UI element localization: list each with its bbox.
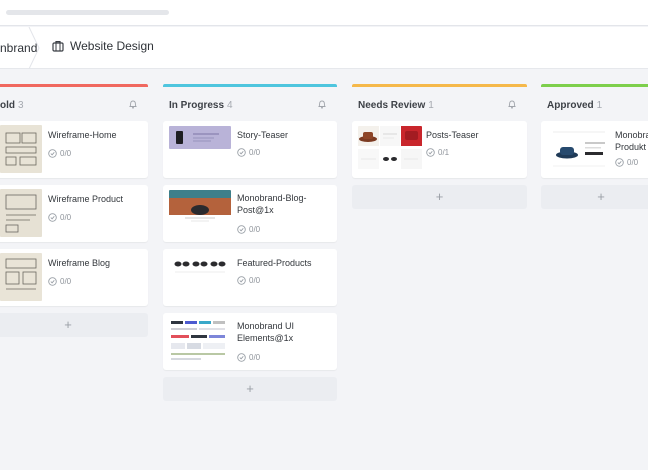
card[interactable]: Wireframe Product 0/0 <box>0 185 148 242</box>
breadcrumb: nbrand Website Design <box>0 27 648 69</box>
bell-icon[interactable] <box>317 99 327 109</box>
column-title[interactable]: In Progress 4 <box>169 100 233 111</box>
column-title[interactable]: old 3 <box>0 100 24 111</box>
card-thumbnail <box>169 126 231 149</box>
check-circle-icon <box>237 225 246 234</box>
card-thumbnail <box>358 126 422 171</box>
check-circle-icon <box>237 148 246 157</box>
card-title: Wireframe Product <box>48 194 124 204</box>
column-needs-review: Needs Review 1 Posts-Teaser 0/1 + <box>352 84 527 209</box>
check-circle-icon <box>615 158 624 167</box>
card-title: Monobra Produkt <box>615 130 648 152</box>
card-checklist: 0/0 <box>48 277 71 286</box>
card-title: Story-Teaser <box>237 130 289 140</box>
check-circle-icon <box>48 149 57 158</box>
card-checklist: 0/0 <box>615 158 638 167</box>
card-title: Featured-Products <box>237 258 312 268</box>
card-title: Posts-Teaser <box>426 130 479 140</box>
card-checklist: 0/0 <box>237 353 260 362</box>
card[interactable]: Posts-Teaser 0/1 <box>352 121 527 178</box>
breadcrumb-project[interactable]: Website Design <box>52 39 154 53</box>
card[interactable]: Monobrand-Blog-Post@1x 0/0 <box>163 185 337 242</box>
column-count: 4 <box>227 100 233 111</box>
card-title: Wireframe Blog <box>48 258 111 268</box>
card-checklist: 0/0 <box>48 213 71 222</box>
add-card-button[interactable]: + <box>541 185 648 209</box>
card-checklist: 0/0 <box>237 225 260 234</box>
check-circle-icon <box>237 353 246 362</box>
card[interactable]: Featured-Products 0/0 <box>163 249 337 306</box>
address-bar[interactable] <box>6 10 169 15</box>
breadcrumb-separator-icon <box>28 27 40 69</box>
column-approved: Approved 1 Monobra Produkt 0/0 + <box>541 84 648 209</box>
check-circle-icon <box>237 276 246 285</box>
column-header: In Progress 4 <box>163 87 337 121</box>
card[interactable]: Monobrand UI Elements@1x 0/0 <box>163 313 337 370</box>
card-checklist: 0/0 <box>48 149 71 158</box>
bell-icon[interactable] <box>128 99 138 109</box>
card[interactable]: Monobra Produkt 0/0 <box>541 121 648 178</box>
card-thumbnail <box>0 189 42 237</box>
card-title: Monobrand-Blog-Post@1x <box>237 193 307 215</box>
column-header: Needs Review 1 <box>352 87 527 121</box>
column-header: old 3 <box>0 87 148 121</box>
card-thumbnail <box>169 319 229 364</box>
column-header: Approved 1 <box>541 87 648 121</box>
card-thumbnail <box>0 125 42 173</box>
card[interactable]: Wireframe-Home 0/0 <box>0 121 148 178</box>
project-title: Website Design <box>70 39 154 53</box>
card-title: Monobrand UI Elements@1x <box>237 321 295 343</box>
briefcase-icon <box>52 41 64 52</box>
add-card-button[interactable]: + <box>163 377 337 401</box>
browser-bar <box>0 0 648 26</box>
column-count: 3 <box>18 100 24 111</box>
card-thumbnail <box>169 254 231 277</box>
add-card-button[interactable]: + <box>0 313 148 337</box>
add-card-button[interactable]: + <box>352 185 527 209</box>
column-hold: old 3 Wireframe-Home 0/0 Wireframe Produc… <box>0 84 148 337</box>
check-circle-icon <box>48 213 57 222</box>
bell-icon[interactable] <box>507 99 517 109</box>
card-thumbnail <box>0 253 42 301</box>
column-in-progress: In Progress 4 Story-Teaser 0/0 Monobrand-… <box>163 84 337 401</box>
card[interactable]: Story-Teaser 0/0 <box>163 121 337 178</box>
card[interactable]: Wireframe Blog 0/0 <box>0 249 148 306</box>
column-count: 1 <box>596 100 603 111</box>
card-thumbnail <box>547 126 611 171</box>
column-title[interactable]: Approved 1 <box>547 100 602 111</box>
card-thumbnail <box>169 190 231 224</box>
check-circle-icon <box>426 148 435 157</box>
card-title: Wireframe-Home <box>48 130 117 140</box>
column-count: 1 <box>428 100 434 111</box>
card-checklist: 0/0 <box>237 276 260 285</box>
card-checklist: 0/0 <box>237 148 260 157</box>
column-title[interactable]: Needs Review 1 <box>358 100 434 111</box>
check-circle-icon <box>48 277 57 286</box>
card-checklist: 0/1 <box>426 148 449 157</box>
